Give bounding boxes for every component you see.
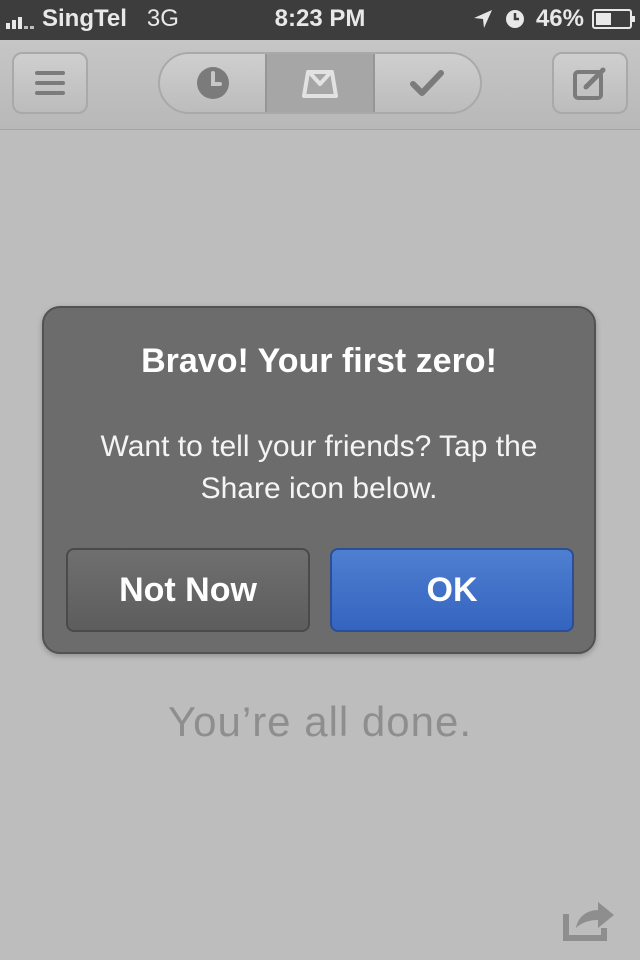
menu-button[interactable] [12, 52, 88, 114]
share-icon[interactable] [562, 898, 616, 942]
compose-button[interactable] [552, 52, 628, 114]
location-arrow-icon [473, 10, 492, 28]
nav-bar [0, 40, 640, 130]
clock-icon [196, 67, 229, 99]
view-segmented-control [158, 52, 482, 114]
hamburger-icon [35, 71, 65, 95]
checkmark-icon [410, 70, 445, 96]
battery-icon [592, 9, 635, 29]
status-bar: SingTel 3G 8:23 PM 46% [0, 0, 640, 40]
battery-percent: 46% [535, 5, 584, 32]
inbox-icon [301, 70, 338, 98]
battery-fill [596, 13, 611, 25]
all-done-message: You’re all done. [167, 698, 472, 745]
alert-dialog: Bravo! Your first zero! Want to tell you… [42, 306, 596, 654]
app-screen: SingTel 3G 8:23 PM 46% You’re all done. … [0, 0, 640, 960]
tab-inbox[interactable] [265, 54, 375, 112]
alarm-clock-icon [505, 10, 524, 28]
not-now-button[interactable]: Not Now [66, 548, 310, 632]
compose-icon [573, 67, 606, 100]
alert-message: Want to tell your friends? Tap the Share… [100, 430, 538, 505]
status-right: 46% [472, 5, 635, 33]
ok-button[interactable]: OK [330, 548, 574, 632]
tab-done[interactable] [375, 54, 480, 112]
alert-title: Bravo! Your first zero! [141, 342, 497, 380]
tab-later[interactable] [160, 54, 265, 112]
